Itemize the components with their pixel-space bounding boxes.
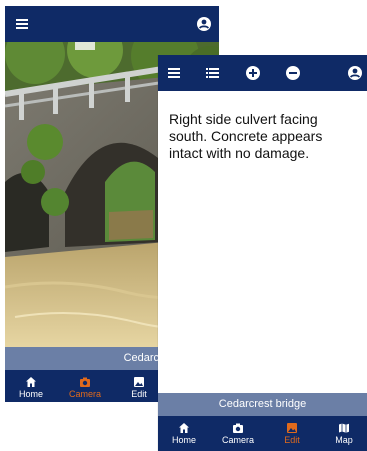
edit-bottom-nav: Home Camera Edit Map <box>158 416 367 451</box>
account-icon[interactable] <box>346 64 364 82</box>
nav-home[interactable]: Home <box>164 416 204 451</box>
menu-icon[interactable] <box>166 64 184 82</box>
menu-icon[interactable] <box>14 15 32 33</box>
image-icon <box>134 377 144 387</box>
nav-map-label: Map <box>335 435 353 445</box>
nav-camera-label: Camera <box>221 435 254 445</box>
camera-icon <box>233 423 243 433</box>
edit-screen: Right side culvert facing south. Concret… <box>158 55 367 451</box>
nav-edit-label: Edit <box>131 389 147 399</box>
nav-map[interactable]: Map <box>326 416 362 451</box>
nav-edit[interactable]: Edit <box>121 370 157 402</box>
account-icon[interactable] <box>195 15 213 33</box>
list-icon[interactable] <box>204 64 222 82</box>
image-icon <box>287 423 297 433</box>
nav-edit[interactable]: Edit <box>274 416 310 451</box>
camera-top-bar <box>5 6 219 42</box>
home-icon <box>179 423 189 433</box>
zoom-out-icon[interactable] <box>284 64 302 82</box>
edit-top-bar <box>158 55 367 91</box>
map-icon <box>339 423 349 433</box>
zoom-in-icon[interactable] <box>244 64 262 82</box>
photo-description-text[interactable]: Right side culvert facing south. Concret… <box>169 111 359 162</box>
screenshot-stage: Cedarcrest bridge Home Camera <box>0 0 367 451</box>
nav-home[interactable]: Home <box>11 370 51 402</box>
nav-camera[interactable]: Camera <box>63 370 107 402</box>
camera-icon <box>80 377 90 387</box>
edit-location-caption: Cedarcrest bridge <box>158 393 367 416</box>
nav-home-label: Home <box>18 389 43 399</box>
nav-edit-label: Edit <box>284 435 300 445</box>
nav-camera[interactable]: Camera <box>216 416 260 451</box>
home-icon <box>26 377 36 387</box>
nav-camera-label: Camera <box>68 389 101 399</box>
nav-home-label: Home <box>171 435 196 445</box>
